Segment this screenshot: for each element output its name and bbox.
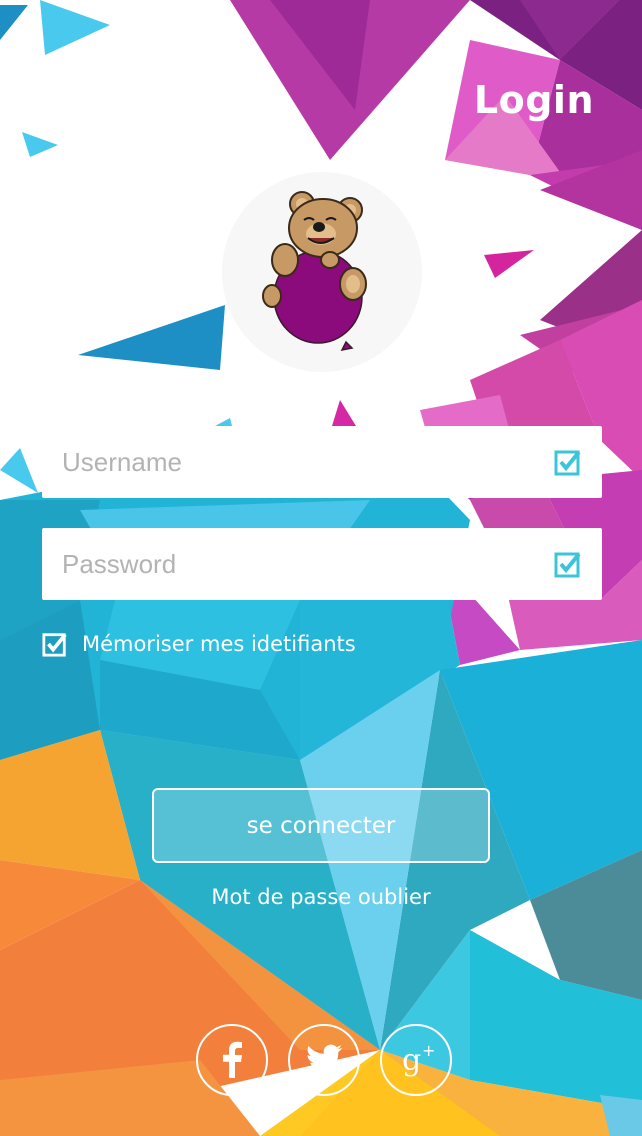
avatar [222,172,422,372]
checkbox-check-icon [554,552,581,578]
page-title: Login [473,78,594,122]
username-field [42,426,602,498]
facebook-button[interactable] [196,1024,268,1096]
google-plus-button[interactable]: g + [380,1024,452,1096]
forgot-password-link[interactable]: Mot de passe oublier [0,885,642,909]
svg-text:+: + [422,1041,435,1060]
twitter-button[interactable] [288,1024,360,1096]
login-button[interactable]: se connecter [152,788,490,863]
twitter-icon [306,1044,342,1075]
svg-text:g: g [402,1043,421,1078]
checkbox-check-icon [554,450,581,476]
password-field [42,528,602,600]
facebook-icon [223,1041,242,1078]
remember-checkbox[interactable] [42,631,68,657]
password-input[interactable] [42,528,522,600]
remember-label: Mémoriser mes idetifiants [82,632,356,656]
google-plus-icon: g + [402,1041,435,1078]
username-input[interactable] [42,426,522,498]
remember-me-row[interactable]: Mémoriser mes idetifiants [42,629,356,659]
teddy-bear-logo [262,191,367,352]
